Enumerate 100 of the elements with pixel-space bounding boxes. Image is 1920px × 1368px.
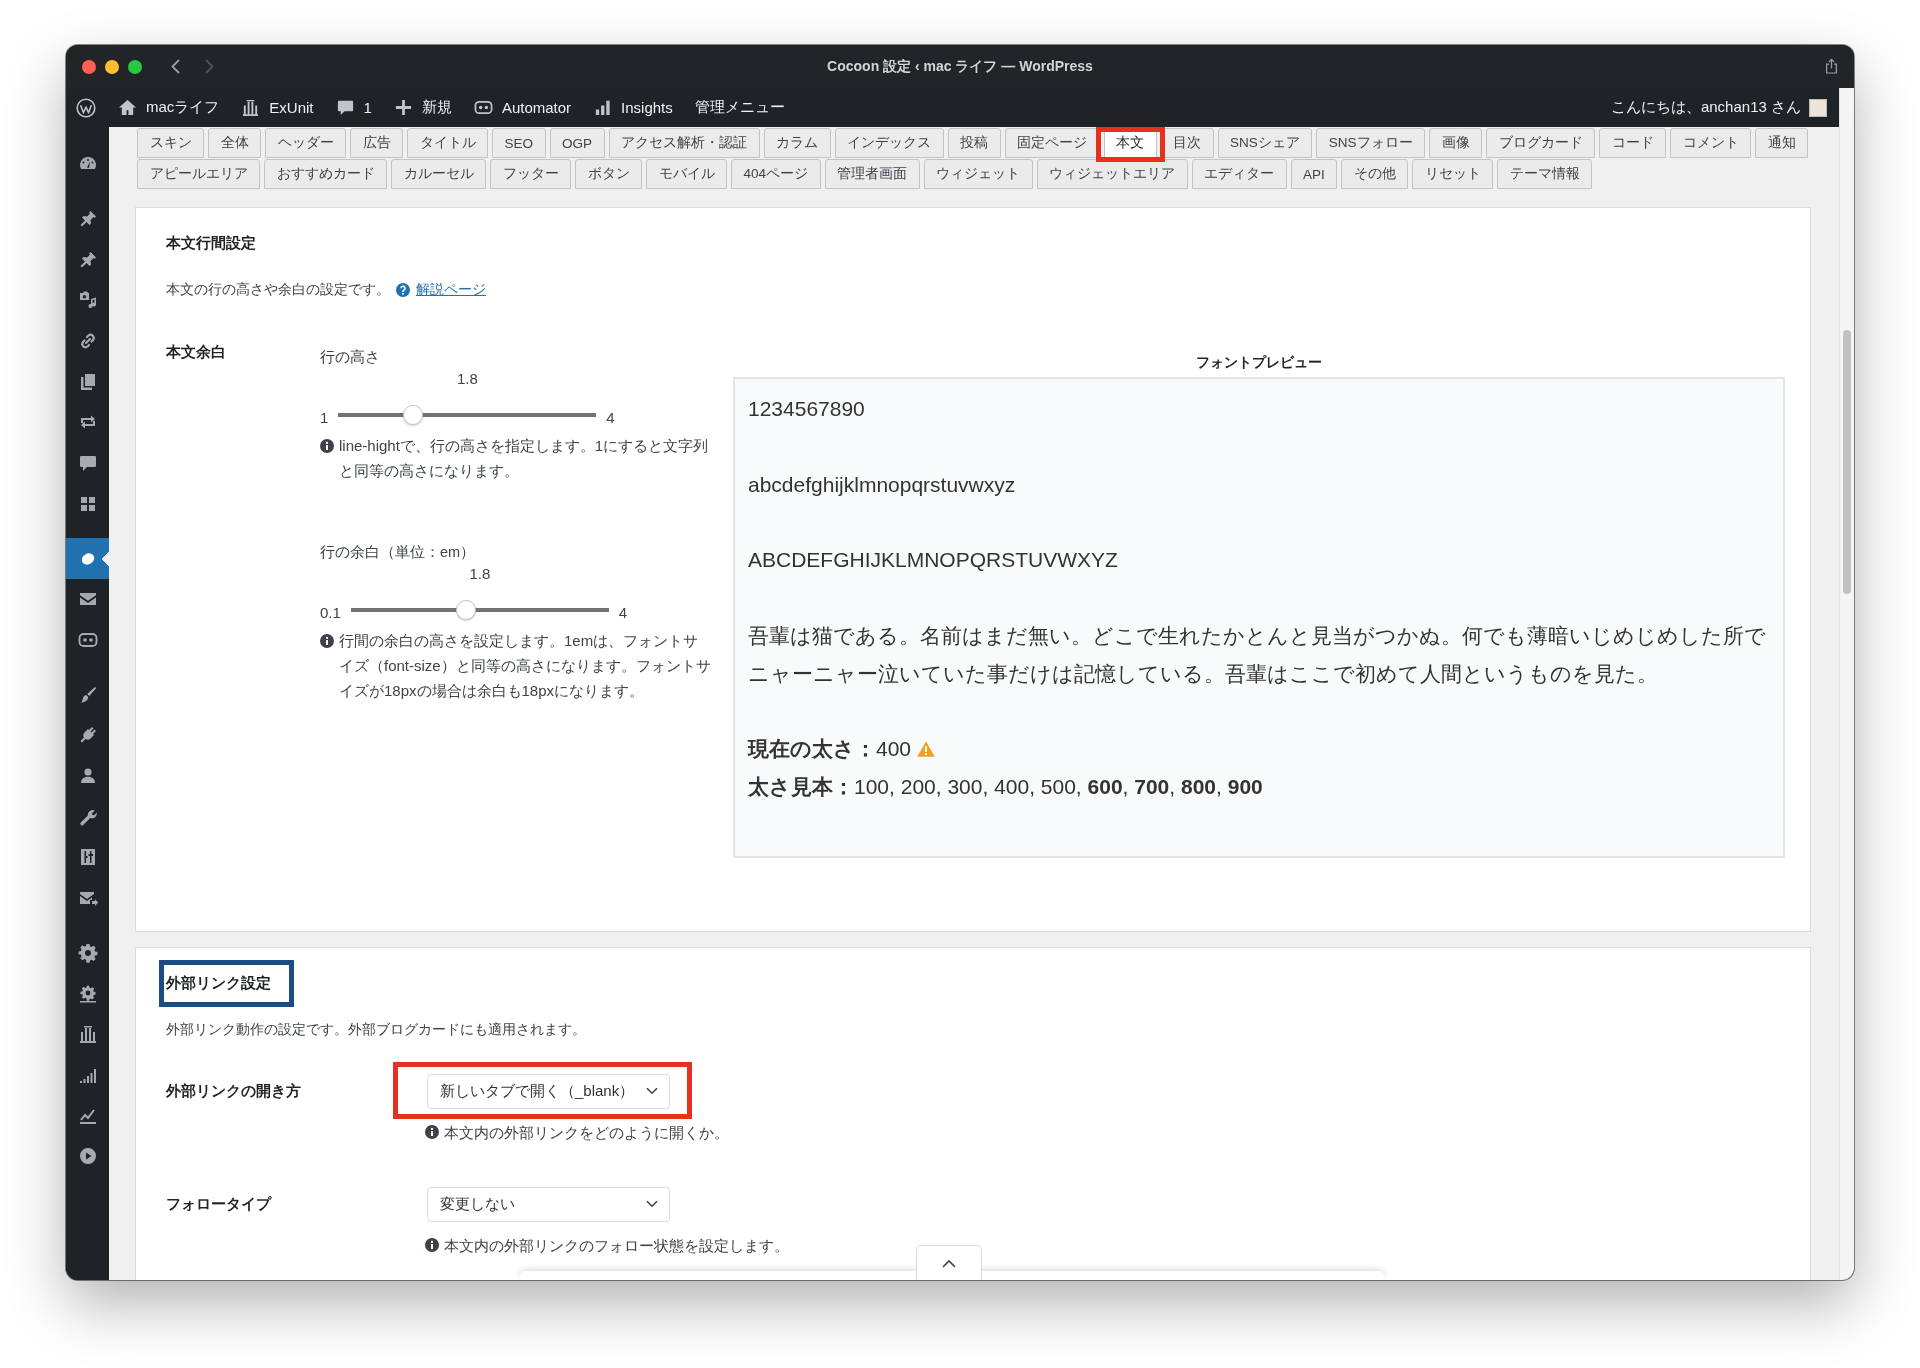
tab[interactable]: 管理者画面 bbox=[824, 159, 920, 189]
info-icon bbox=[320, 633, 334, 648]
speech-bubble-icon bbox=[77, 453, 98, 474]
help-text: 本文内の外部リンクをどのように開くか。 bbox=[444, 1122, 729, 1143]
dropdown[interactable]: 新しいタブで開く（_blank） bbox=[427, 1073, 670, 1109]
slider-thumb[interactable] bbox=[455, 600, 476, 620]
tab[interactable]: 投稿 bbox=[947, 128, 1001, 158]
section-description: 外部リンク動作の設定です。外部ブログカードにも適用されます。 bbox=[166, 1020, 586, 1039]
slider-max-label: 4 bbox=[618, 603, 628, 623]
slider-min-label: 1 bbox=[320, 408, 329, 428]
tab[interactable]: おすすめカード bbox=[264, 159, 387, 189]
tab[interactable]: アクセス解析・認証 bbox=[608, 128, 760, 158]
slider-thumb[interactable] bbox=[402, 405, 423, 425]
tab[interactable]: SNSフォロー bbox=[1316, 128, 1426, 158]
admin-menu-item[interactable]: Insights bbox=[593, 98, 673, 117]
tab[interactable]: 404ページ bbox=[731, 159, 821, 189]
slider-value: 1.8 bbox=[469, 564, 491, 584]
tab[interactable]: モバイル bbox=[646, 159, 727, 189]
setting-label: フォロータイプ bbox=[166, 1194, 273, 1214]
weight-sample-text: 太さ見本：100, 200, 300, 400, 500, 600, 700, 800, 900 bbox=[748, 773, 1263, 800]
tab[interactable]: リセット bbox=[1412, 159, 1494, 189]
tab[interactable]: 全体 bbox=[208, 128, 261, 158]
slider-max-label: 4 bbox=[606, 408, 615, 428]
close-icon[interactable] bbox=[82, 59, 96, 74]
avatar-placeholder[interactable] bbox=[1809, 98, 1827, 117]
section-title: 外部リンク設定 bbox=[166, 973, 271, 993]
columns-icon bbox=[241, 98, 261, 117]
tab[interactable]: 通知 bbox=[1755, 128, 1809, 158]
dropdown[interactable]: 変更しない bbox=[427, 1186, 670, 1222]
preview-text: 吾輩は猫である。名前はまだ無い。どこで生れたかとんと見当がつかぬ。何でも薄暗いじめじめした所でニャーニャー泣いていた事だけは記憶している。吾輩はここで初めて人間というものを見た。 bbox=[748, 622, 1767, 687]
tab[interactable]: API bbox=[1290, 159, 1338, 189]
bar-chart-icon bbox=[593, 98, 613, 117]
admin-menu-item[interactable]: macライフ bbox=[118, 98, 220, 117]
tab[interactable]: カルーセル bbox=[391, 159, 486, 189]
admin-menu-item[interactable]: 1 bbox=[335, 98, 372, 117]
info-icon bbox=[320, 438, 334, 453]
slider-min-label: 0.1 bbox=[320, 603, 341, 623]
tab[interactable]: アピールエリア bbox=[137, 159, 260, 189]
tab[interactable]: その他 bbox=[1341, 159, 1409, 189]
info-icon bbox=[425, 1125, 439, 1140]
logo-icon[interactable] bbox=[76, 97, 96, 118]
help-text: line-hightで、行の高さを指定します。1にすると文字列と同等の高さになります。 bbox=[339, 436, 710, 481]
chevron-down-icon bbox=[646, 1200, 658, 1209]
admin-menu-item[interactable]: 新規 bbox=[393, 98, 452, 117]
plus-icon bbox=[393, 98, 413, 117]
sidebar-item[interactable] bbox=[66, 538, 109, 579]
tab[interactable]: インデックス bbox=[834, 128, 944, 158]
tab[interactable]: コード bbox=[1599, 128, 1667, 158]
tab[interactable]: タイトル bbox=[407, 128, 488, 158]
admin-menu-item[interactable]: ExUnit bbox=[241, 98, 314, 117]
tab[interactable]: OGP bbox=[549, 128, 605, 158]
window-title: Cocoon 設定 ‹ mac ライフ — WordPress bbox=[827, 57, 1093, 76]
chevron-up-icon bbox=[942, 1258, 956, 1268]
admin-menu-item[interactable]: 管理メニュー bbox=[694, 98, 785, 117]
play-icon bbox=[77, 1146, 98, 1167]
tab[interactable]: フッター bbox=[490, 159, 571, 189]
help-link[interactable]: 解説ページ bbox=[416, 280, 486, 300]
tab[interactable]: ブログカード bbox=[1486, 128, 1596, 158]
tab[interactable]: SEO bbox=[492, 128, 546, 158]
tab[interactable]: カラム bbox=[763, 128, 831, 158]
tab[interactable]: エディター bbox=[1191, 159, 1287, 189]
slider-value: 1.8 bbox=[456, 369, 478, 389]
preview-text: 1234567890 bbox=[748, 396, 866, 422]
admin-menu-item[interactable]: Automator bbox=[473, 98, 572, 117]
help-text: 行間の余白の高さを設定します。1emは、フォントサイズ（font-size）と同等の高さになります。フォントサイズが18pxの場合は余白も18pxになります。 bbox=[339, 631, 712, 701]
robot-face-icon bbox=[473, 98, 493, 117]
tab[interactable]: ボタン bbox=[575, 159, 642, 189]
preview-text: abcdefghijklmnopqrstuvwxyz bbox=[748, 471, 1017, 498]
tab[interactable]: 画像 bbox=[1429, 128, 1483, 158]
tab[interactable]: ヘッダー bbox=[265, 128, 346, 158]
gear-icon bbox=[77, 983, 98, 1004]
account-link[interactable]: こんにちは、anchan13 さん bbox=[1610, 98, 1801, 117]
tab[interactable]: SNSシェア bbox=[1217, 128, 1313, 158]
slider-label: 行の余白（単位：em） bbox=[320, 543, 477, 562]
tab[interactable]: テーマ情報 bbox=[1497, 159, 1593, 189]
columns-icon bbox=[77, 1024, 98, 1045]
chevron-left-icon[interactable] bbox=[171, 59, 180, 74]
question-circle-icon bbox=[396, 283, 410, 297]
tab[interactable]: 広告 bbox=[350, 128, 403, 158]
help-text: 本文内の外部リンクのフォロー状態を設定します。 bbox=[444, 1235, 789, 1256]
home-icon bbox=[118, 98, 137, 117]
preview-title: フォントプレビュー bbox=[1196, 354, 1322, 372]
tab[interactable]: コメント bbox=[1670, 128, 1752, 158]
info-icon bbox=[425, 1238, 439, 1253]
settings-icon bbox=[77, 942, 98, 963]
scrollbar[interactable] bbox=[1839, 88, 1854, 1280]
maximize-icon[interactable] bbox=[128, 59, 142, 74]
speech-bubble-icon bbox=[335, 98, 355, 117]
share-icon[interactable] bbox=[1825, 58, 1838, 75]
tab[interactable]: ウィジェットエリア bbox=[1036, 159, 1188, 189]
tab[interactable]: スキン bbox=[137, 128, 204, 158]
slider-label: 行の高さ bbox=[320, 348, 381, 367]
scrollbar-thumb[interactable] bbox=[1843, 330, 1851, 594]
tab[interactable]: ウィジェット bbox=[923, 159, 1033, 189]
minimize-icon[interactable] bbox=[105, 59, 119, 74]
current-weight-text: 現在の太さ：400 bbox=[748, 736, 912, 763]
setting-label: 外部リンクの開き方 bbox=[166, 1081, 302, 1101]
section-description: 本文の行の高さや余白の設定です。 bbox=[166, 281, 390, 299]
chevron-down-icon bbox=[646, 1087, 658, 1096]
camera-note-icon bbox=[77, 290, 98, 311]
